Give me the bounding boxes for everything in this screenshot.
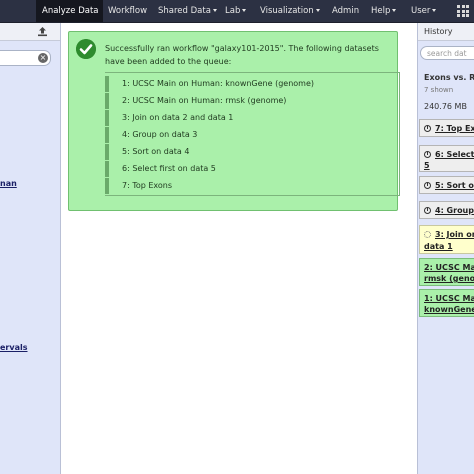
tab-label: Help [371, 6, 391, 16]
dataset-title[interactable]: 3: Join on [435, 229, 474, 240]
grid-icon[interactable] [457, 5, 469, 17]
tab-admin[interactable]: Admin [332, 0, 359, 22]
history-header: History [418, 23, 474, 41]
history-size: 240.76 MB [424, 102, 467, 111]
list-item: 6: Select first on data 5 [105, 161, 382, 177]
tab-lab[interactable]: Lab [225, 0, 247, 22]
list-item: 3: Join on data 2 and data 1 [105, 110, 382, 126]
eye-icon[interactable] [424, 207, 431, 214]
list-item: 4: Group on data 3 [105, 127, 382, 143]
queued-datasets-list: 1: UCSC Main on Human: knownGene (genome… [105, 72, 400, 196]
tab-help[interactable]: Help [371, 0, 397, 22]
list-item: 2: UCSC Main on Human: rmsk (genome) [105, 93, 382, 109]
history-panel: History search dat Exons vs. Re 7 shown … [417, 23, 474, 474]
dataset-title-line[interactable]: data 1 [424, 241, 453, 252]
upload-icon[interactable] [37, 26, 48, 37]
tab-label: Lab [225, 6, 241, 16]
chevron-down-icon [432, 9, 437, 12]
tool-link[interactable]: ervals [0, 343, 28, 352]
dataset-title[interactable]: 7: Top Exo [435, 123, 474, 134]
dataset-item[interactable]: 2: UCSC Mai rmsk (genom [419, 258, 474, 286]
dataset-title-line[interactable]: knownGene [424, 304, 474, 315]
masthead: Analyze Data Workflow Shared Data Lab Vi… [0, 0, 474, 23]
chevron-down-icon [392, 9, 397, 12]
tab-label: Analyze Data [42, 6, 99, 16]
chevron-down-icon [212, 9, 217, 12]
list-item: 1: UCSC Main on Human: knownGene (genome… [105, 76, 382, 92]
tab-label: Admin [332, 6, 360, 16]
dataset-title[interactable]: 5: Sort on [435, 180, 474, 191]
eye-icon[interactable] [424, 151, 431, 158]
history-search-input[interactable]: search dat [420, 46, 474, 60]
history-name[interactable]: Exons vs. Re [424, 73, 474, 82]
success-message: Successfully ran workflow "galaxy101-201… [68, 31, 400, 211]
tab-label: Workflow [108, 6, 148, 16]
message-text: Successfully ran workflow "galaxy101-201… [105, 44, 379, 66]
dataset-item[interactable]: 1: UCSC Mai knownGene [419, 289, 474, 317]
tab-shared-data[interactable]: Shared Data [158, 0, 217, 22]
chevron-down-icon [315, 9, 320, 12]
dataset-item[interactable]: 6: Select 5 [419, 145, 474, 172]
check-icon [76, 39, 96, 59]
tool-search-input[interactable]: × [0, 50, 51, 66]
dataset-item[interactable]: 4: Group [419, 201, 474, 219]
tab-label: Shared Data [158, 6, 211, 16]
dataset-item[interactable]: 7: Top Exo [419, 119, 474, 137]
chevron-down-icon [242, 9, 247, 12]
center-panel: Successfully ran workflow "galaxy101-201… [61, 23, 417, 474]
clear-icon[interactable]: × [38, 53, 48, 63]
dataset-title[interactable]: 4: Group [435, 205, 474, 216]
list-item: 7: Top Exons [105, 178, 382, 194]
eye-icon[interactable] [424, 125, 431, 132]
dataset-item[interactable]: 5: Sort on [419, 176, 474, 194]
history-title: History [424, 27, 453, 36]
list-item: 5: Sort on data 4 [105, 144, 382, 160]
history-shown-count[interactable]: 7 shown [424, 86, 453, 94]
dataset-title-line[interactable]: 5 [424, 160, 430, 171]
tool-panel: × nan ervals [0, 23, 61, 474]
eye-icon[interactable] [424, 182, 431, 189]
tab-label: Visualization [260, 6, 314, 16]
dataset-title-line[interactable]: rmsk (genom [424, 273, 474, 284]
tab-user[interactable]: User [411, 0, 437, 22]
spinner-icon [424, 231, 431, 238]
tab-label: User [411, 6, 431, 16]
tab-analyze-data[interactable]: Analyze Data [36, 0, 103, 22]
tool-panel-header [0, 23, 60, 41]
tab-workflow[interactable]: Workflow [108, 0, 147, 22]
tool-link[interactable]: nan [0, 179, 17, 188]
dataset-title[interactable]: 2: UCSC Mai [424, 262, 474, 273]
tab-visualization[interactable]: Visualization [260, 0, 320, 22]
dataset-title[interactable]: 1: UCSC Mai [424, 293, 474, 304]
dataset-item[interactable]: 3: Join on data 1 [419, 225, 474, 254]
dataset-title[interactable]: 6: Select [435, 149, 474, 160]
